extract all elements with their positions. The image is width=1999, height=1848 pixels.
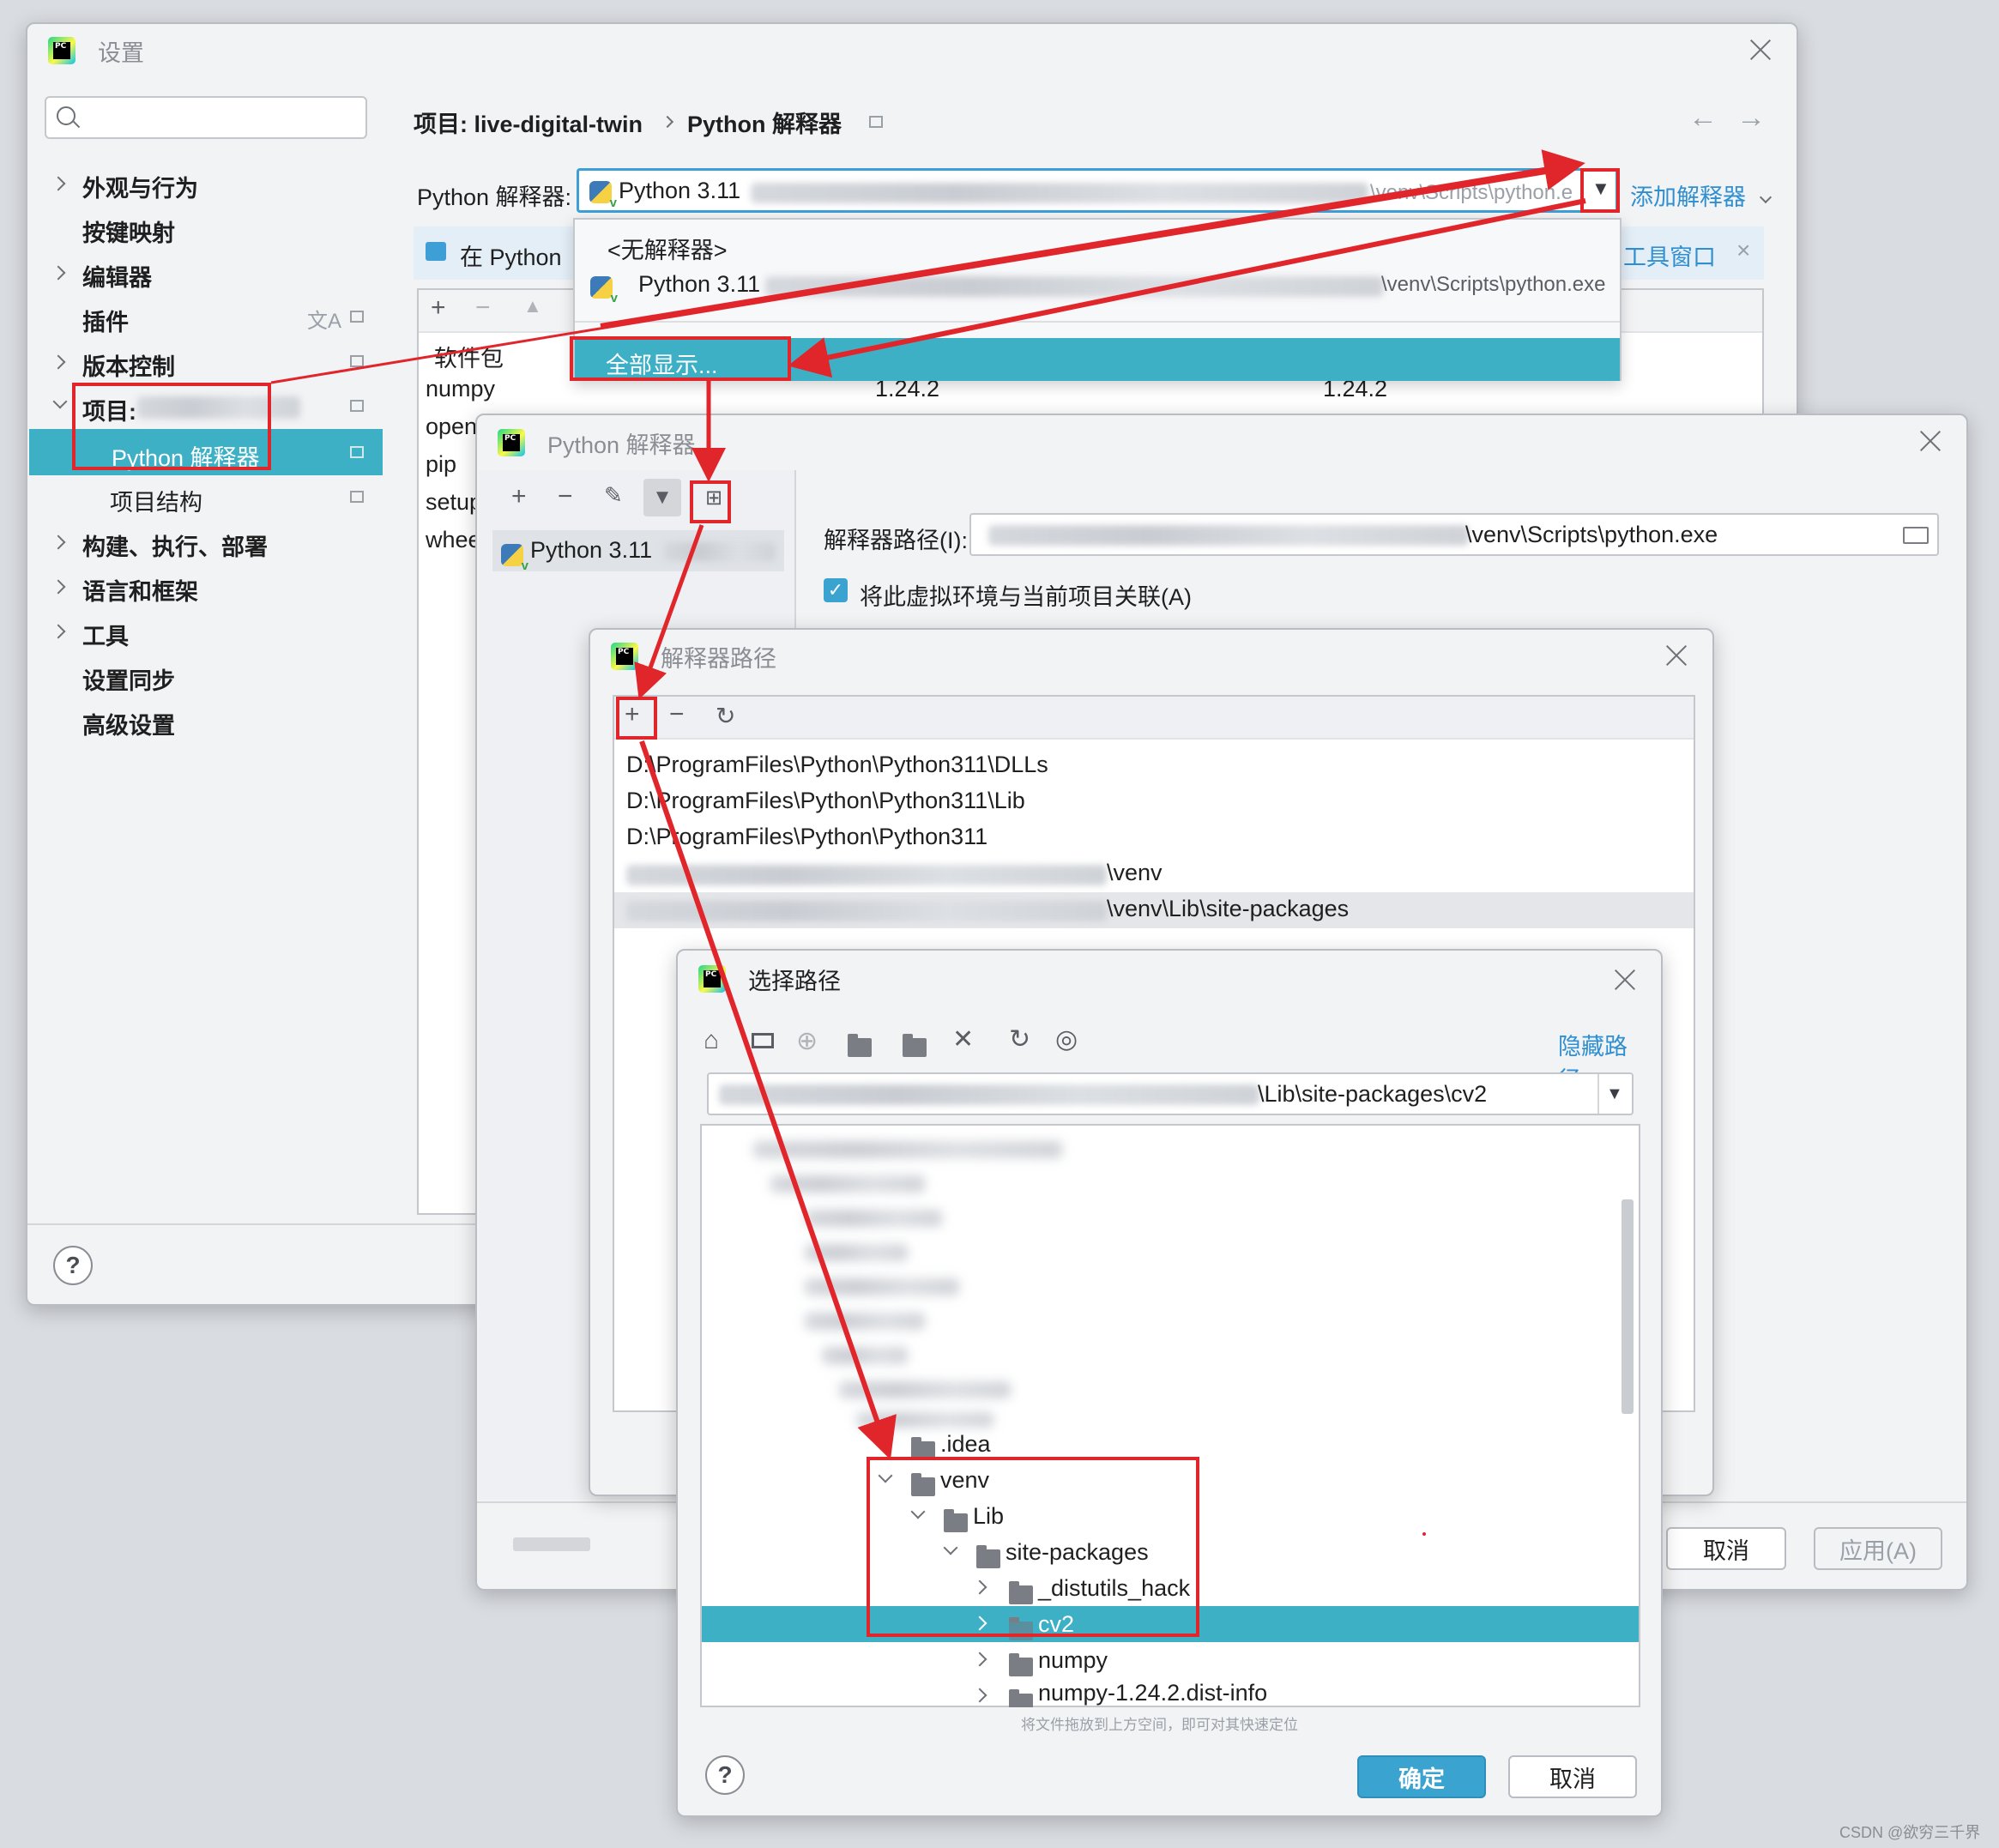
watermark: CSDN @欲穷三千界: [1839, 1824, 1981, 1841]
annotation-dot: [1422, 1532, 1426, 1536]
arrow-project-to-dropdown: [270, 166, 1576, 384]
arrow-dropdown-to-show-all: [788, 198, 1586, 378]
arrow-add-to-tree: [639, 740, 897, 1460]
annotation-arrows: [270, 149, 1586, 1536]
arrow-paths-to-add: [634, 524, 704, 700]
